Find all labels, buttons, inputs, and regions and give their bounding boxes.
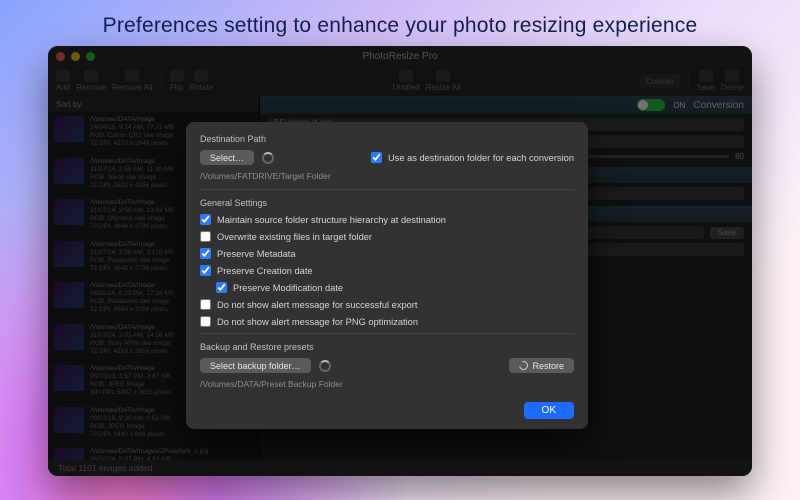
no-alert-png-checkbox[interactable] bbox=[200, 316, 211, 327]
preserve-creation-date-checkbox[interactable] bbox=[200, 265, 211, 276]
use-as-destination-label: Use as destination folder for each conve… bbox=[388, 153, 574, 163]
restore-button[interactable]: Restore bbox=[509, 358, 574, 373]
spinner-icon bbox=[262, 152, 274, 164]
restore-icon bbox=[518, 359, 530, 371]
preserve-metadata-checkbox[interactable] bbox=[200, 248, 211, 259]
maintain-structure-checkbox[interactable] bbox=[200, 214, 211, 225]
backup-restore-label: Backup and Restore presets bbox=[200, 342, 574, 352]
spinner-icon bbox=[319, 360, 331, 372]
ok-button[interactable]: OK bbox=[524, 402, 574, 419]
promo-headline: Preferences setting to enhance your phot… bbox=[0, 0, 800, 38]
preferences-sheet: Destination Path Select… Use as destinat… bbox=[186, 122, 588, 429]
overwrite-checkbox[interactable] bbox=[200, 231, 211, 242]
destination-path-text: /Volumes/FATDRIVE/Target Folder bbox=[200, 171, 574, 181]
app-window: PhotoResize Pro Add Remove Remove All Fl… bbox=[48, 46, 752, 476]
backup-path-text: /Volumes/DATA/Preset Backup Folder bbox=[200, 379, 574, 389]
select-destination-button[interactable]: Select… bbox=[200, 150, 254, 165]
general-settings-label: General Settings bbox=[200, 198, 574, 208]
destination-path-label: Destination Path bbox=[200, 134, 574, 144]
no-alert-export-checkbox[interactable] bbox=[200, 299, 211, 310]
preserve-modification-date-checkbox[interactable] bbox=[216, 282, 227, 293]
use-as-destination-checkbox[interactable] bbox=[371, 152, 382, 163]
select-backup-folder-button[interactable]: Select backup folder… bbox=[200, 358, 311, 373]
